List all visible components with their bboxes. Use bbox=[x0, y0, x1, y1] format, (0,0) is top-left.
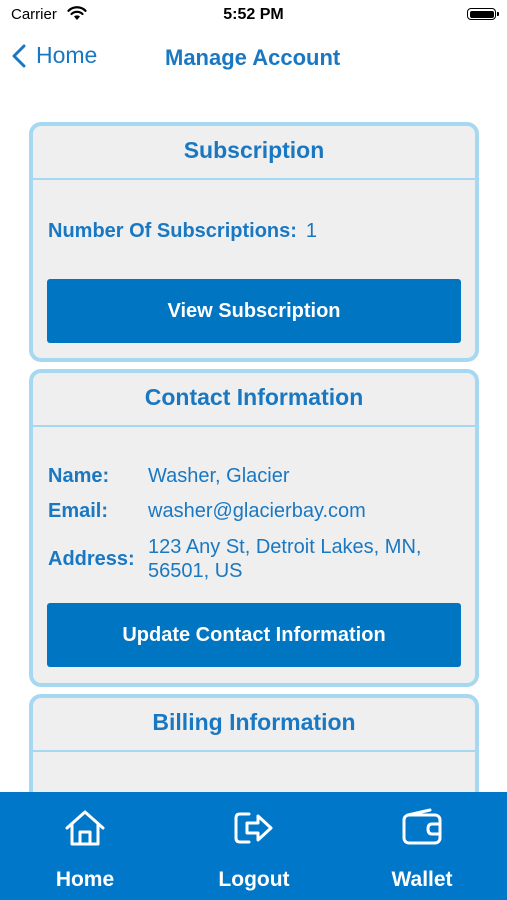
tab-logout-label: Logout bbox=[218, 868, 290, 891]
subscription-header: Subscription bbox=[33, 126, 475, 180]
back-button[interactable]: Home bbox=[12, 42, 97, 69]
email-label: Email: bbox=[48, 500, 109, 522]
tab-logout[interactable]: Logout bbox=[194, 792, 314, 900]
chevron-left-icon bbox=[12, 44, 26, 67]
billing-info-header: Billing Information bbox=[33, 698, 475, 752]
contact-info-header: Contact Information bbox=[33, 373, 475, 427]
status-time: 5:52 PM bbox=[223, 6, 284, 23]
name-value: Washer, Glacier bbox=[148, 465, 290, 487]
name-row: Name: Washer, Glacier bbox=[48, 465, 290, 488]
address-value: 123 Any St, Detroit Lakes, MN, 56501, US bbox=[148, 535, 421, 583]
subscription-count-row: Number Of Subscriptions: 1 bbox=[48, 220, 317, 243]
tab-wallet[interactable]: Wallet bbox=[362, 792, 482, 900]
address-line-2: 56501, US bbox=[148, 560, 243, 582]
address-line-1: 123 Any St, Detroit Lakes, MN, bbox=[148, 536, 422, 558]
battery-icon bbox=[467, 8, 499, 20]
billing-info-card: Billing Information bbox=[29, 694, 479, 804]
name-label: Name: bbox=[48, 465, 110, 487]
home-icon bbox=[65, 810, 105, 846]
subscription-count-value: 1 bbox=[305, 220, 318, 242]
view-subscription-button[interactable]: View Subscription bbox=[47, 279, 461, 343]
page-title: Manage Account bbox=[165, 45, 341, 70]
tab-wallet-label: Wallet bbox=[391, 868, 453, 891]
tab-home-label: Home bbox=[55, 868, 115, 891]
contact-info-card: Contact Information Name: Washer, Glacie… bbox=[29, 369, 479, 687]
back-label: Home bbox=[36, 42, 98, 68]
navigation-bar: Home Manage Account bbox=[0, 38, 507, 78]
subscription-count-label: Number Of Subscriptions: bbox=[48, 220, 297, 242]
tab-bar: Home Logout Wallet bbox=[0, 792, 507, 900]
tab-home[interactable]: Home bbox=[25, 792, 145, 900]
update-contact-button[interactable]: Update Contact Information bbox=[47, 603, 461, 667]
status-bar: Carrier 5:52 PM bbox=[0, 0, 507, 32]
email-row: Email: washer@glacierbay.com bbox=[48, 500, 366, 523]
wallet-icon bbox=[402, 808, 442, 845]
address-row: Address: 123 Any St, Detroit Lakes, MN, … bbox=[48, 535, 421, 583]
email-value: washer@glacierbay.com bbox=[148, 500, 366, 522]
logout-icon bbox=[234, 812, 273, 844]
subscription-card: Subscription Number Of Subscriptions: 1 … bbox=[29, 122, 479, 362]
address-label: Address: bbox=[48, 547, 135, 570]
